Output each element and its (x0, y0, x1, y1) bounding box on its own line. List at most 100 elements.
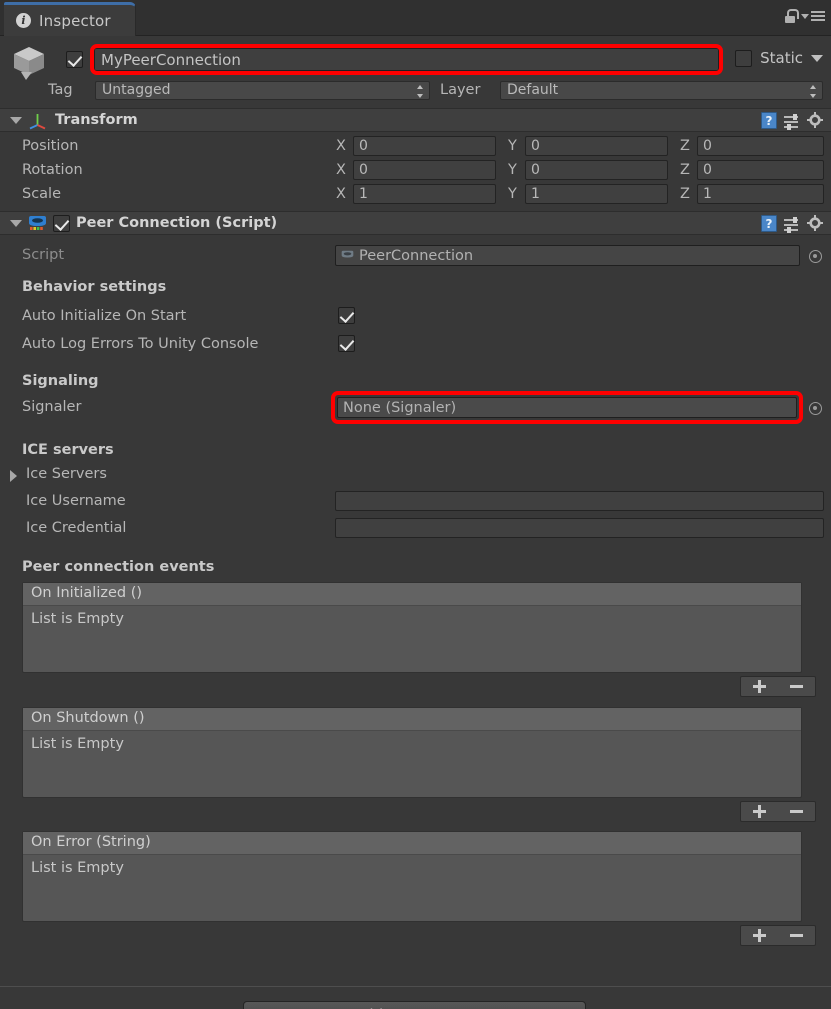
minus-icon (790, 929, 803, 942)
transform-component-header[interactable]: Transform ? (0, 108, 831, 132)
help-book-icon[interactable]: ? (761, 215, 777, 232)
transform-row-position: Position X 0 Y 0 Z 0 (0, 134, 831, 158)
event-on-initialized-add-button[interactable] (741, 677, 778, 696)
gameobject-name-input[interactable]: MyPeerConnection (94, 48, 719, 71)
event-on-error-remove-button[interactable] (778, 926, 815, 945)
minus-icon (790, 680, 803, 693)
scale-z-input[interactable]: 1 (697, 184, 824, 204)
cube-icon (14, 47, 44, 80)
script-object-picker-icon[interactable] (809, 250, 822, 263)
event-on-initialized-remove-button[interactable] (778, 677, 815, 696)
auto-initialize-label: Auto Initialize On Start (22, 308, 187, 324)
plus-icon (753, 929, 766, 942)
position-y-axis: Y (508, 138, 517, 154)
position-z-input[interactable]: 0 (697, 136, 824, 156)
signaler-label: Signaler (22, 399, 82, 415)
peer-connection-events-header: Peer connection events (22, 559, 215, 575)
inspector-body: MyPeerConnection Static Tag Untagged Lay… (0, 36, 831, 1009)
position-x-axis: X (336, 138, 346, 154)
script-label: Script (22, 247, 65, 263)
transform-row-rotation: Rotation X 0 Y 0 Z 0 (0, 158, 831, 182)
footer-divider (0, 986, 831, 987)
ice-credential-input[interactable] (335, 518, 824, 538)
signaling-header: Signaling (22, 373, 99, 389)
behavior-settings-header: Behavior settings (22, 279, 167, 295)
position-label: Position (22, 138, 79, 154)
scale-label: Scale (22, 186, 62, 202)
preset-sliders-icon[interactable] (784, 216, 800, 233)
event-on-error-add-button[interactable] (741, 926, 778, 945)
rotation-x-axis: X (336, 162, 346, 178)
gear-icon[interactable] (807, 215, 824, 232)
ice-username-input[interactable] (335, 491, 824, 511)
info-icon: i (16, 13, 31, 28)
gameobject-header: MyPeerConnection Static Tag Untagged Lay… (0, 36, 831, 108)
peer-connection-body: Script PeerConnection Behavior settings … (0, 235, 831, 960)
signaler-objectfield[interactable]: None (Signaler) (337, 397, 797, 418)
ice-servers-foldout-icon[interactable] (10, 470, 17, 482)
tab-inspector-label: Inspector (39, 11, 111, 30)
scale-x-input[interactable]: 1 (353, 184, 496, 204)
tab-inspector[interactable]: i Inspector (4, 2, 136, 36)
peer-connection-header-icons: ? (761, 215, 824, 233)
hamburger-menu-icon[interactable] (801, 11, 825, 21)
auto-log-errors-checkbox[interactable] (338, 335, 355, 352)
event-on-error-empty: List is Empty (31, 860, 124, 876)
position-y-input[interactable]: 0 (525, 136, 668, 156)
scale-z-axis: Z (680, 186, 690, 202)
event-on-shutdown: On Shutdown () List is Empty (22, 707, 802, 798)
peer-connection-enabled-checkbox[interactable] (53, 214, 70, 232)
rotation-y-axis: Y (508, 162, 517, 178)
static-checkbox[interactable] (735, 49, 753, 67)
tag-layer-row: Tag Untagged Layer Default (0, 78, 831, 102)
layer-label: Layer (440, 82, 481, 98)
event-on-shutdown-add-button[interactable] (741, 802, 778, 821)
event-on-initialized-buttons (740, 676, 816, 697)
transform-row-scale: Scale X 1 Y 1 Z 1 (0, 182, 831, 206)
rotation-z-input[interactable]: 0 (697, 160, 824, 180)
event-on-error: On Error (String) List is Empty (22, 831, 802, 922)
static-label: Static (760, 49, 803, 67)
minus-icon (790, 805, 803, 818)
tag-label: Tag (48, 82, 73, 98)
script-objectfield[interactable]: PeerConnection (335, 245, 800, 266)
peer-connection-component-header[interactable]: Peer Connection (Script) ? (0, 211, 831, 235)
ice-credential-label: Ice Credential (26, 520, 127, 536)
gear-icon[interactable] (807, 112, 824, 129)
position-x-input[interactable]: 0 (353, 136, 496, 156)
auto-initialize-checkbox[interactable] (338, 307, 355, 324)
rotation-y-input[interactable]: 0 (525, 160, 668, 180)
inspector-tabbar: i Inspector (0, 0, 831, 36)
help-book-icon[interactable]: ? (761, 112, 777, 129)
plus-icon (753, 805, 766, 818)
event-on-initialized: On Initialized () List is Empty (22, 582, 802, 673)
signaler-object-picker-icon[interactable] (809, 402, 822, 415)
layer-dropdown[interactable]: Default (500, 80, 823, 100)
rotation-label: Rotation (22, 162, 83, 178)
tag-dropdown[interactable]: Untagged (95, 80, 430, 100)
transform-fields: Position X 0 Y 0 Z 0 Rotation X 0 Y 0 Z … (0, 132, 831, 211)
peer-connection-foldout-icon[interactable] (10, 219, 22, 227)
add-component-button[interactable]: Add Component (243, 1001, 586, 1009)
peer-connection-script-icon (29, 216, 46, 230)
preset-sliders-icon[interactable] (784, 113, 800, 130)
ice-username-label: Ice Username (26, 493, 126, 509)
event-on-error-buttons (740, 925, 816, 946)
static-dropdown-icon[interactable] (811, 54, 823, 62)
scale-x-axis: X (336, 186, 346, 202)
event-on-shutdown-buttons (740, 801, 816, 822)
event-on-initialized-title: On Initialized () (23, 583, 801, 606)
transform-gizmo-icon (29, 113, 46, 129)
event-on-shutdown-title: On Shutdown () (23, 708, 801, 731)
ice-servers-header: ICE servers (22, 442, 114, 458)
event-on-shutdown-remove-button[interactable] (778, 802, 815, 821)
peer-connection-title: Peer Connection (Script) (76, 215, 278, 231)
auto-log-errors-label: Auto Log Errors To Unity Console (22, 336, 259, 352)
script-asset-icon (341, 250, 354, 258)
event-on-error-title: On Error (String) (23, 832, 801, 855)
lock-icon[interactable] (783, 9, 799, 23)
transform-foldout-icon[interactable] (10, 116, 22, 124)
rotation-x-input[interactable]: 0 (353, 160, 496, 180)
gameobject-enabled-checkbox[interactable] (66, 51, 83, 72)
scale-y-input[interactable]: 1 (525, 184, 668, 204)
